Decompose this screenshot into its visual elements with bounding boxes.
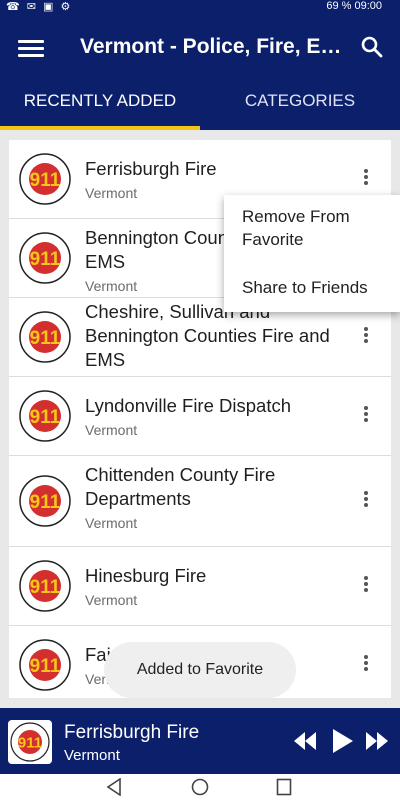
play-icon[interactable]: [333, 729, 353, 753]
station-logo-icon: 911: [19, 311, 71, 363]
more-vert-icon[interactable]: [357, 574, 375, 598]
status-bar: ☎ ✉ ▣ ⚙ 69 % 09:00: [0, 0, 400, 13]
svg-text:911: 911: [30, 577, 61, 598]
item-title: Chittenden County Fire Departments: [85, 464, 276, 509]
station-logo-icon: 911: [19, 560, 71, 612]
page-title: Vermont - Police, Fire, EMS: [80, 35, 348, 58]
more-vert-icon[interactable]: [357, 404, 375, 428]
item-title: Hinesburg Fire: [85, 565, 207, 586]
item-subtitle: Vermont: [85, 515, 138, 531]
back-icon[interactable]: [106, 778, 122, 796]
svg-text:911: 911: [18, 735, 42, 752]
rewind-icon[interactable]: [294, 732, 316, 750]
more-vert-icon[interactable]: [357, 167, 375, 191]
svg-text:911: 911: [30, 407, 61, 428]
svg-text:911: 911: [30, 492, 61, 513]
player-logo-icon: 911: [8, 720, 52, 764]
svg-text:911: 911: [30, 328, 61, 349]
svg-text:911: 911: [30, 249, 61, 270]
list-item[interactable]: 911 Lyndonville Fire Dispatch Vermont: [9, 377, 391, 456]
more-vert-icon[interactable]: [357, 325, 375, 349]
toast-message: Added to Favorite: [104, 642, 296, 698]
app-bar: Vermont - Police, Fire, EMS RECENTLY ADD…: [0, 13, 400, 130]
search-icon[interactable]: [360, 35, 384, 59]
share-menu-item[interactable]: Share to Friends: [242, 276, 392, 299]
remove-favorite-menu-item[interactable]: Remove From Favorite: [242, 205, 392, 251]
station-logo-icon: 911: [19, 232, 71, 284]
list-item[interactable]: 911 Chittenden County Fire Departments V…: [9, 456, 391, 547]
item-subtitle: Vermont: [85, 422, 138, 438]
fast-forward-icon[interactable]: [366, 732, 388, 750]
mini-player[interactable]: 911 Ferrisburgh Fire Vermont: [0, 708, 400, 774]
item-title: Ferrisburgh Fire: [85, 158, 217, 179]
menu-icon[interactable]: [18, 37, 44, 59]
home-icon[interactable]: [191, 778, 209, 796]
item-subtitle: Vermont: [85, 592, 138, 608]
station-logo-icon: 911: [19, 475, 71, 527]
popup-menu: Remove From Favorite Share to Friends: [224, 195, 400, 312]
tab-categories[interactable]: CATEGORIES: [200, 91, 400, 131]
svg-text:911: 911: [30, 656, 61, 677]
svg-text:911: 911: [30, 170, 61, 191]
station-logo-icon: 911: [19, 639, 71, 691]
more-vert-icon[interactable]: [357, 653, 375, 677]
recents-icon[interactable]: [276, 778, 292, 796]
station-logo-icon: 911: [19, 153, 71, 205]
item-title: Lyndonville Fire Dispatch: [85, 395, 291, 416]
tab-indicator: [0, 126, 200, 130]
list-item[interactable]: 911 Hinesburg Fire Vermont: [9, 547, 391, 626]
station-logo-icon: 911: [19, 390, 71, 442]
tab-recently-added[interactable]: RECENTLY ADDED: [0, 91, 200, 131]
status-clock: 69 % 09:00: [326, 0, 382, 12]
player-title: Ferrisburgh Fire: [64, 722, 200, 743]
system-nav-bar: [0, 774, 400, 800]
more-vert-icon[interactable]: [357, 489, 375, 513]
player-subtitle: Vermont: [64, 747, 120, 764]
status-icons: ☎ ✉ ▣ ⚙: [6, 1, 73, 13]
